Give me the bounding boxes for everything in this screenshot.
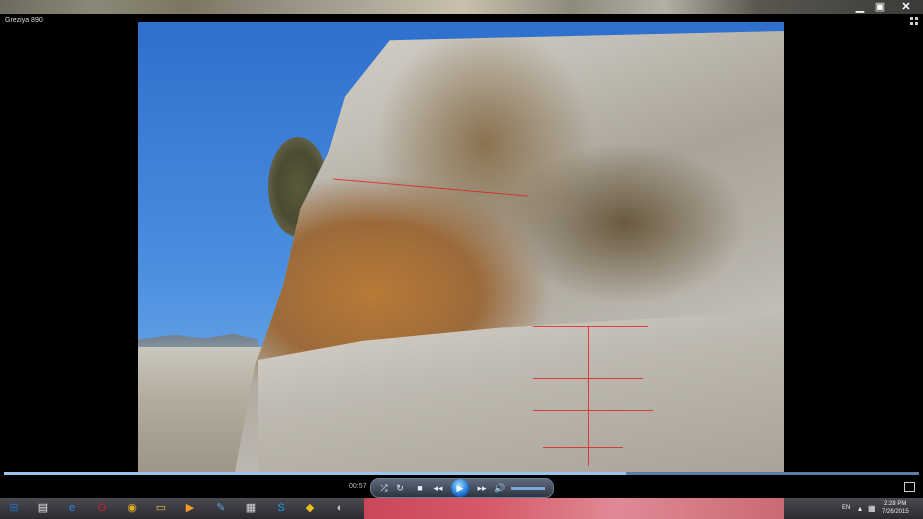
desktop-top-strip: ▁ ▣ ✕: [0, 0, 923, 14]
taskbar-active-window-highlight: [364, 498, 784, 519]
layout-grid-icon[interactable]: [910, 17, 919, 26]
start-button-icon[interactable]: ⊞: [2, 500, 26, 517]
transport-pod: ⤮ ↻ ■ ◂◂ ▶ ▸▸ 🔊: [370, 478, 554, 498]
stop-icon[interactable]: ■: [413, 481, 427, 495]
annotation-line: [533, 326, 648, 327]
taskbar-shield-icon[interactable]: ◆: [298, 500, 322, 517]
taskbar-paint-icon[interactable]: ✎: [209, 500, 233, 517]
annotation-line: [543, 447, 623, 448]
taskbar-calc-icon[interactable]: ▦: [239, 500, 263, 517]
taskbar-opera-icon[interactable]: O: [90, 500, 114, 517]
taskbar-chrome-icon[interactable]: ◉: [120, 500, 144, 517]
next-icon[interactable]: ▸▸: [475, 481, 489, 495]
minimize-icon[interactable]: ▁: [852, 1, 868, 13]
taskbar-skype-icon[interactable]: S: [269, 500, 293, 517]
clock-time[interactable]: 2:28 PM: [884, 501, 906, 507]
taskbar-disk-icon[interactable]: ◐: [328, 500, 352, 517]
window-title: Greziya 890: [5, 17, 43, 24]
taskbar: ⊞ ▤ e O ◉ ▭ ▶ ✎ ▦ S ◆ ◐ EN ▴ ▦ 2:28 PM 7/26/2015: [0, 498, 923, 519]
close-icon[interactable]: ✕: [898, 1, 914, 13]
previous-icon[interactable]: ◂◂: [431, 481, 445, 495]
taskbar-media-icon[interactable]: ▶: [178, 500, 202, 517]
player-controls: 00:57 ⤮ ↻ ■ ◂◂ ▶ ▸▸ 🔊: [0, 476, 923, 498]
system-tray: EN ▴ ▦ 2:28 PM 7/26/2015: [836, 498, 923, 519]
annotation-line: [533, 378, 643, 379]
volume-icon[interactable]: 🔊: [493, 481, 507, 495]
taskbar-ie-icon[interactable]: e: [60, 500, 84, 517]
language-indicator[interactable]: EN: [842, 505, 850, 511]
network-icon[interactable]: ▦: [868, 504, 876, 513]
repeat-icon[interactable]: ↻: [393, 481, 407, 495]
volume-slider[interactable]: [511, 487, 545, 490]
clock-date[interactable]: 7/26/2015: [882, 509, 909, 515]
seek-progress: [4, 472, 627, 475]
taskbar-explorer-icon[interactable]: ▭: [149, 500, 173, 517]
taskbar-file-icon[interactable]: ▤: [31, 500, 55, 517]
tray-arrow-icon[interactable]: ▴: [858, 504, 862, 513]
fullscreen-icon[interactable]: [904, 482, 915, 492]
play-icon[interactable]: ▶: [451, 479, 469, 497]
seek-bar[interactable]: [4, 472, 919, 475]
annotation-line: [533, 410, 653, 411]
shuffle-icon[interactable]: ⤮: [377, 481, 391, 495]
timecode: 00:57: [349, 483, 367, 490]
maximize-icon[interactable]: ▣: [872, 1, 888, 13]
annotation-line: [588, 326, 589, 466]
video-frame[interactable]: [138, 22, 784, 472]
